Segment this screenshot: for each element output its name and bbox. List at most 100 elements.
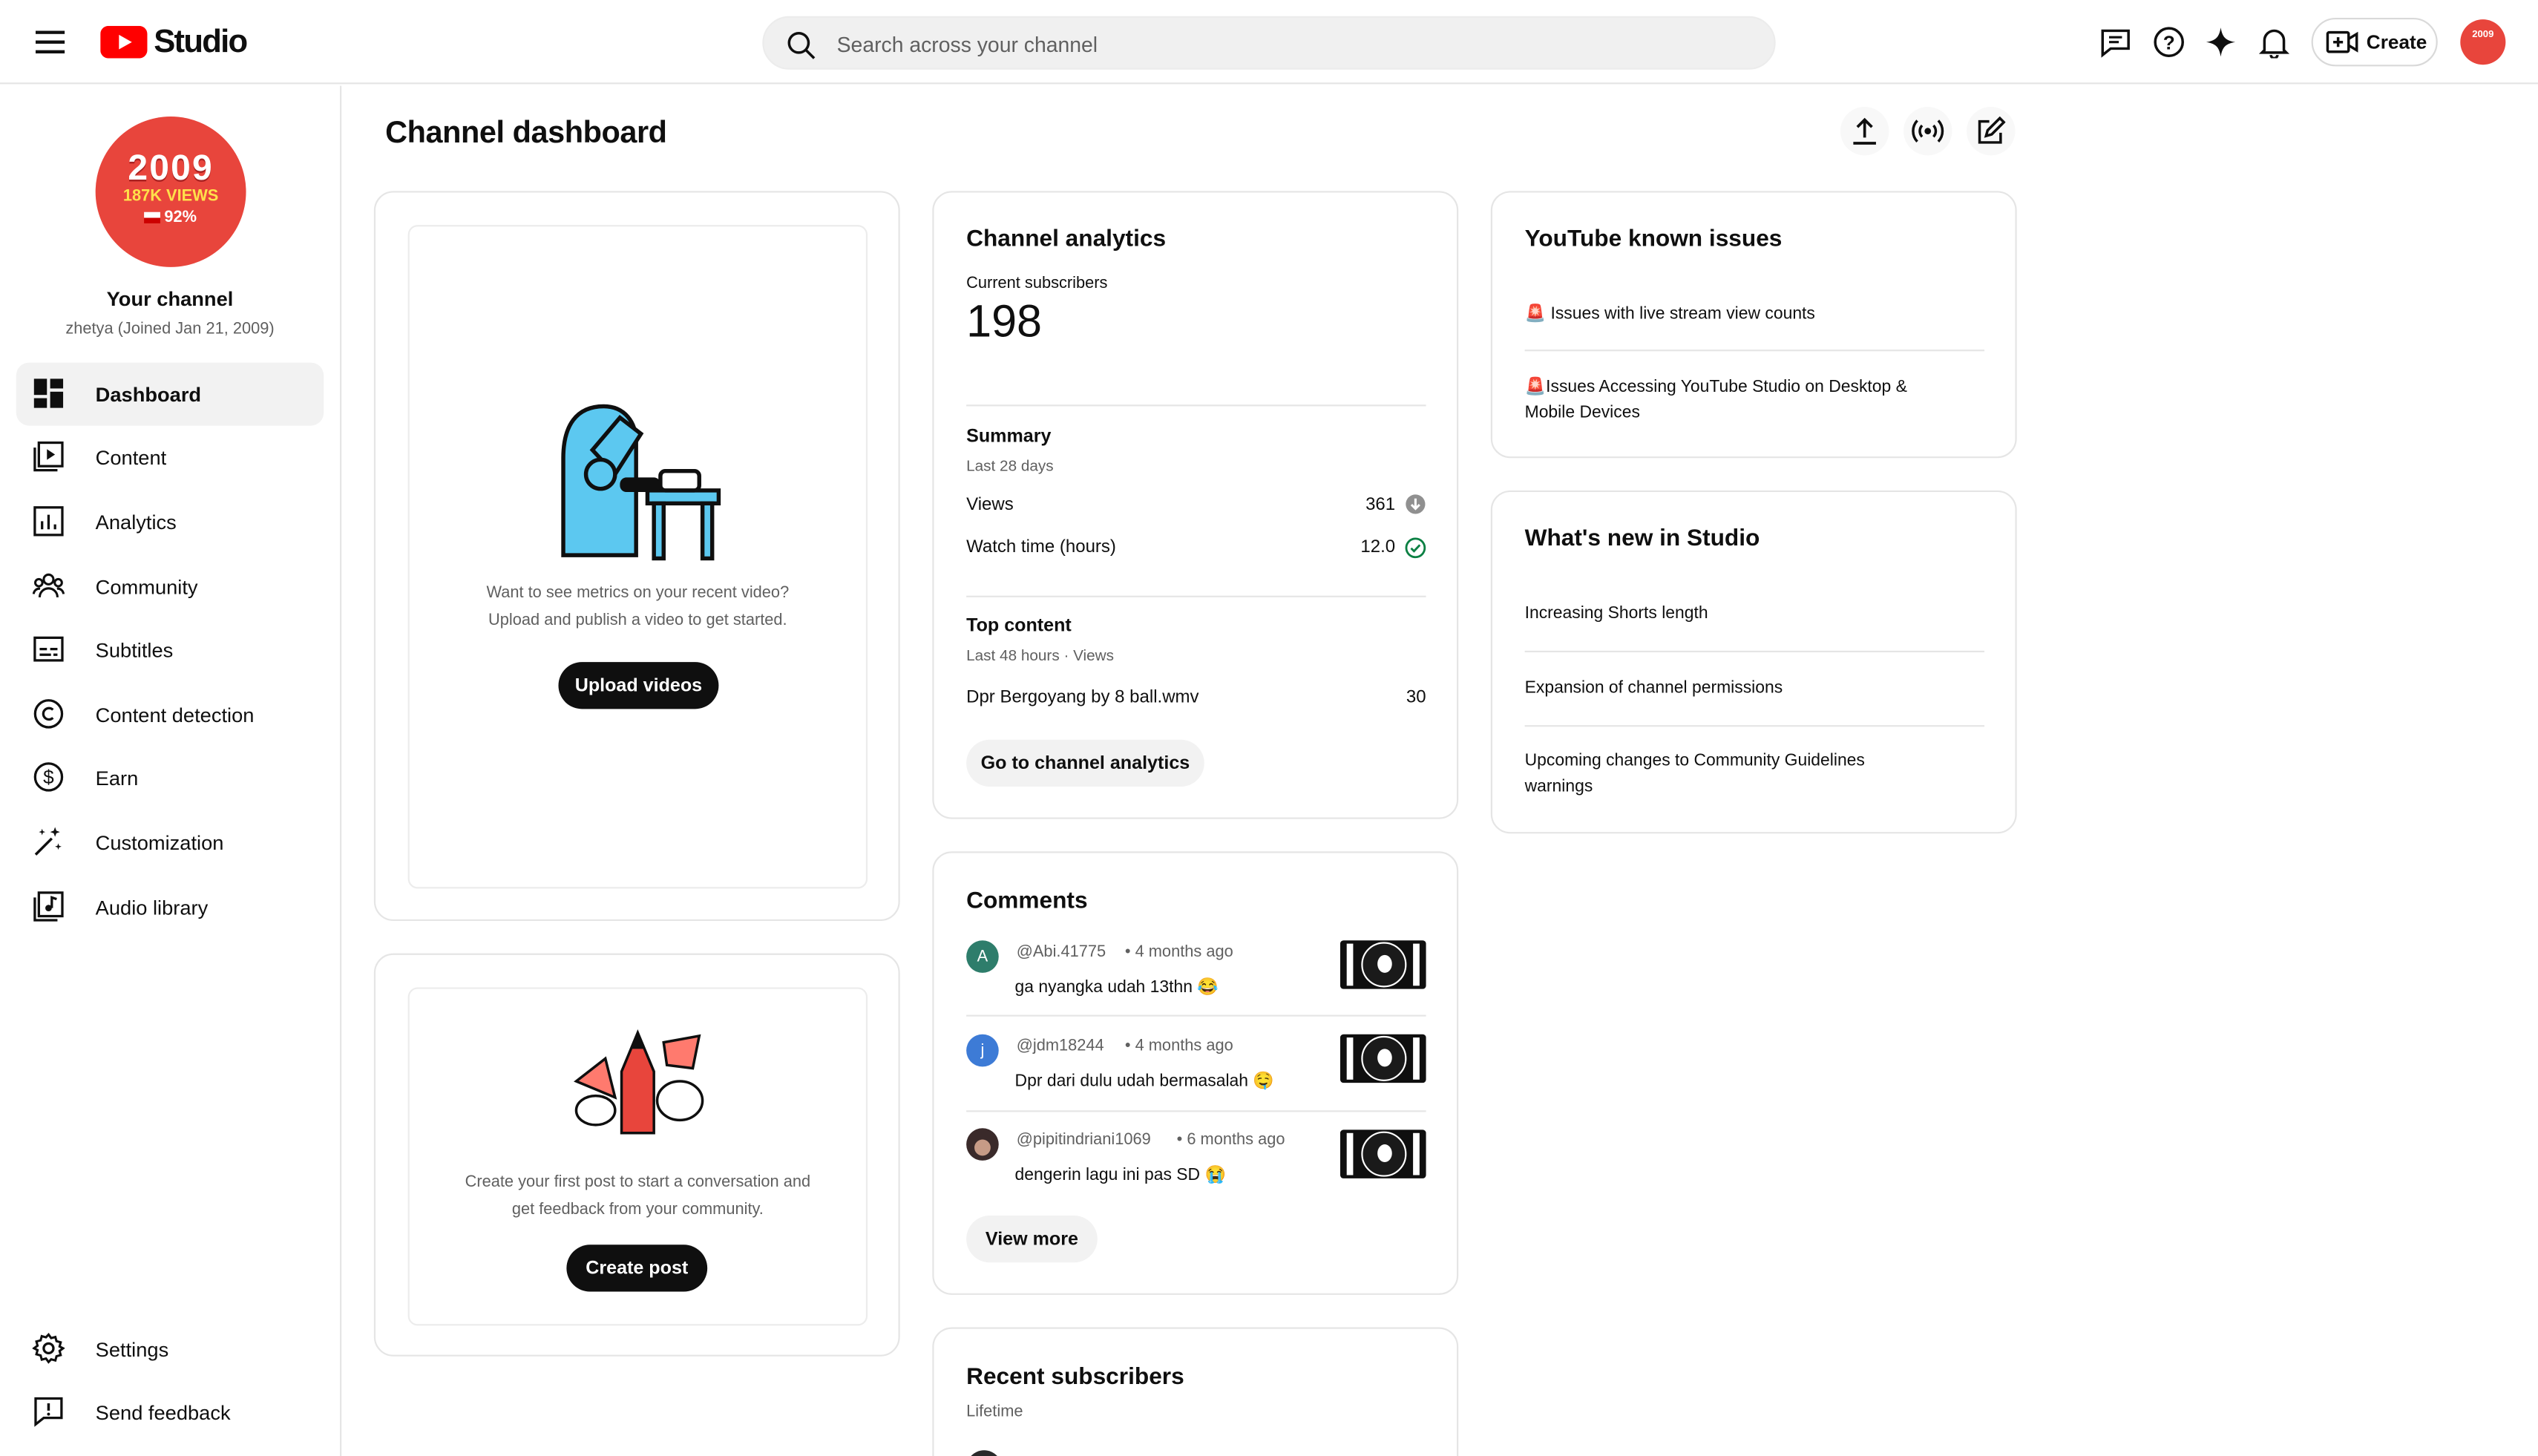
comments-title: Comments xyxy=(966,888,1088,915)
commenter-avatar[interactable] xyxy=(966,1128,999,1161)
commenter-avatar[interactable]: A xyxy=(966,940,999,973)
subscriber-avatar[interactable] xyxy=(966,1450,1003,1456)
trend-down-icon xyxy=(1406,494,1426,514)
sidebar-item-label: Community xyxy=(95,575,198,598)
go-live-button[interactable] xyxy=(1903,106,1952,156)
whats-new-item[interactable]: Expansion of channel permissions xyxy=(1525,675,1929,701)
search-input[interactable] xyxy=(836,29,1744,59)
view-more-comments-button[interactable]: View more xyxy=(966,1216,1098,1263)
video-thumbnail[interactable] xyxy=(1340,940,1426,989)
notifications-bell-icon[interactable] xyxy=(2256,24,2292,60)
whats-new-item[interactable]: Upcoming changes to Community Guidelines… xyxy=(1525,748,1913,800)
comment-author[interactable]: @Abi.41775 xyxy=(1017,944,1106,962)
youtube-logo-icon xyxy=(100,25,148,59)
svg-text:$: $ xyxy=(43,766,54,788)
create-post-shortcut-button[interactable] xyxy=(1967,106,2016,156)
sidebar-item-label: Content xyxy=(95,445,167,469)
whats-new-item[interactable]: Increasing Shorts length xyxy=(1525,600,1929,626)
views-label: Views xyxy=(966,495,1014,515)
divider xyxy=(966,404,1426,407)
analytics-title: Channel analytics xyxy=(966,226,1167,253)
upload-icon xyxy=(1853,117,1876,145)
svg-text:?: ? xyxy=(2163,32,2175,54)
divider xyxy=(966,595,1426,597)
video-upload-card: Want to see metrics on your recent video… xyxy=(373,191,900,922)
sidebar-item-label: Send feedback xyxy=(95,1400,231,1424)
comments-card: Comments A @Abi.41775 • 4 months ago ga … xyxy=(932,851,1459,1295)
upload-button[interactable] xyxy=(1840,106,1889,156)
sparkle-icon[interactable] xyxy=(2203,24,2239,60)
watch-time-label: Watch time (hours) xyxy=(966,537,1116,557)
sidebar-item-label: Settings xyxy=(95,1337,169,1361)
sidebar-item-settings[interactable]: Settings xyxy=(16,1317,324,1380)
whats-new-title: What's new in Studio xyxy=(1524,525,1760,552)
recent-subscribers-card: Recent subscribers Lifetime xyxy=(932,1327,1459,1456)
known-issues-title: YouTube known issues xyxy=(1524,226,1783,253)
watch-time-value: 12.0 xyxy=(1360,537,1396,557)
summary-title: Summary xyxy=(966,427,1052,447)
channel-avatar[interactable]: 2009 187K VIEWS 92% xyxy=(95,117,246,267)
edit-pencil-icon xyxy=(1978,117,2006,144)
go-to-analytics-button[interactable]: Go to channel analytics xyxy=(966,739,1204,787)
audio-library-icon xyxy=(33,891,64,922)
search-bar[interactable] xyxy=(762,16,1776,70)
comment-time: • 4 months ago xyxy=(1124,943,1233,962)
post-prompt-line1: Create your first post to start a conver… xyxy=(465,1173,811,1192)
summary-period: Last 28 days xyxy=(966,458,1054,476)
top-content-video-title[interactable]: Dpr Bergoyang by 8 ball.wmv xyxy=(966,688,1198,707)
sidebar-item-label: Analytics xyxy=(95,511,177,534)
account-avatar[interactable]: 2009 xyxy=(2460,19,2506,65)
comment-author[interactable]: @jdm18244 xyxy=(1017,1037,1104,1055)
channel-analytics-card: Channel analytics Current subscribers 19… xyxy=(932,191,1459,819)
help-icon[interactable]: ? xyxy=(2151,24,2187,60)
feedback-chat-icon[interactable] xyxy=(2098,24,2134,60)
sidebar-item-earn[interactable]: $ Earn xyxy=(16,746,324,809)
content-icon xyxy=(33,441,64,472)
top-content-period: Last 48 hours · Views xyxy=(966,647,1115,666)
settings-gear-icon xyxy=(32,1332,65,1364)
comment-text: dengerin lagu ini pas SD 😭 xyxy=(1014,1165,1226,1185)
subscribers-label: Current subscribers xyxy=(966,275,1108,293)
sidebar-item-content-detection[interactable]: Content detection xyxy=(16,683,324,746)
create-post-button[interactable]: Create post xyxy=(566,1245,708,1292)
divider xyxy=(1524,725,1985,727)
sidebar-item-community[interactable]: Community xyxy=(16,555,324,618)
studio-logo[interactable]: Studio xyxy=(100,21,248,63)
comment-text: ga nyangka udah 13thn 😂 xyxy=(1014,977,1219,997)
commenter-avatar[interactable]: j xyxy=(966,1034,999,1067)
search-icon[interactable] xyxy=(785,29,818,62)
comment-text: Dpr dari dulu udah bermasalah 🤤 xyxy=(1014,1071,1274,1092)
dollar-icon: $ xyxy=(33,762,64,792)
top-bar: Studio ? Create 2009 xyxy=(0,0,2538,85)
video-thumbnail[interactable] xyxy=(1340,1129,1426,1178)
sidebar-item-label: Audio library xyxy=(95,896,209,919)
menu-icon[interactable] xyxy=(29,23,71,62)
subscribers-count: 198 xyxy=(966,296,1043,347)
sidebar-item-subtitles[interactable]: Subtitles xyxy=(16,618,324,681)
sidebar-item-label: Subtitles xyxy=(95,638,174,661)
sidebar-item-audio-library[interactable]: Audio library xyxy=(16,876,324,939)
upload-videos-button[interactable]: Upload videos xyxy=(558,662,719,709)
comment-author[interactable]: @pipitindriani1069 xyxy=(1017,1132,1151,1150)
whats-new-card: What's new in Studio Increasing Shorts l… xyxy=(1490,490,2017,834)
comment-time: • 6 months ago xyxy=(1176,1131,1285,1150)
known-issue-link[interactable]: 🚨 Issues with live stream view counts xyxy=(1525,301,1946,327)
video-thumbnail[interactable] xyxy=(1340,1034,1426,1083)
channel-avatar-year: 2009 xyxy=(128,147,214,188)
sidebar-item-content[interactable]: Content xyxy=(16,426,324,489)
subtitles-icon xyxy=(33,636,64,662)
video-plus-icon xyxy=(2326,30,2358,53)
sidebar-item-analytics[interactable]: Analytics xyxy=(16,491,324,554)
channel-avatar-percent: 92% xyxy=(96,207,246,230)
create-button[interactable]: Create xyxy=(2311,17,2438,67)
avatar-photo xyxy=(974,1138,991,1155)
sidebar-item-send-feedback[interactable]: Send feedback xyxy=(16,1380,324,1443)
live-broadcast-icon xyxy=(1912,119,1944,143)
sidebar-item-dashboard[interactable]: Dashboard xyxy=(16,362,324,426)
create-label: Create xyxy=(2366,30,2427,53)
sidebar-item-customization[interactable]: Customization xyxy=(16,811,324,874)
microscope-illustration xyxy=(553,401,729,564)
dashboard-icon xyxy=(33,378,64,408)
community-post-card: Create your first post to start a conver… xyxy=(373,953,900,1357)
known-issue-link[interactable]: 🚨Issues Accessing YouTube Studio on Desk… xyxy=(1525,374,1946,426)
